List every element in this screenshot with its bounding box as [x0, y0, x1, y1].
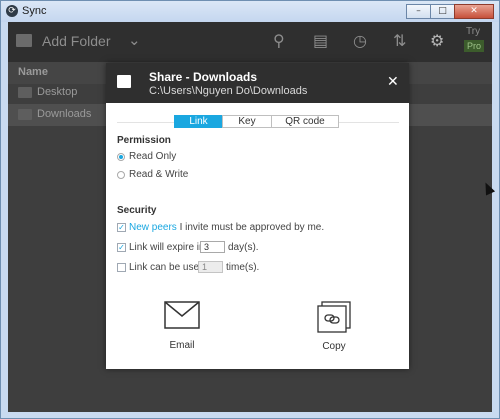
read-write-label[interactable]: Read & Write — [129, 169, 188, 180]
dialog-header: Share - Downloads C:\Users\Nguyen Do\Dow… — [106, 63, 409, 103]
title-bar: ⟳ Sync – □ ✕ — [1, 1, 499, 22]
window-title: Sync — [22, 5, 47, 17]
sync-app-icon: ⟳ — [6, 5, 18, 17]
history-icon[interactable]: ◷ — [353, 31, 367, 50]
minimize-button[interactable]: – — [406, 4, 431, 19]
copy-label[interactable]: Copy — [314, 341, 354, 352]
folder-icon — [117, 75, 131, 88]
permission-heading: Permission — [117, 135, 171, 146]
folder-icon — [18, 87, 32, 98]
folder-path: C:\Users\Nguyen Do\Downloads — [149, 85, 308, 97]
expire-unit-label: day(s). — [228, 242, 259, 253]
share-tabs: Link Key QR code — [174, 115, 339, 128]
security-heading: Security — [117, 205, 157, 216]
used-unit-label: time(s). — [226, 262, 260, 273]
folder-icon — [16, 34, 32, 47]
column-name-header[interactable]: Name — [18, 66, 48, 78]
link-expire-checkbox[interactable]: ✓ — [117, 243, 126, 252]
folder-icon — [18, 109, 32, 120]
close-icon[interactable]: ✕ — [387, 74, 399, 90]
share-dialog: Share - Downloads C:\Users\Nguyen Do\Dow… — [106, 63, 409, 369]
add-folder-button[interactable]: Add Folder — [42, 33, 110, 49]
pro-badge[interactable]: Pro — [464, 40, 485, 52]
transfer-icon[interactable]: ⇅ — [393, 31, 406, 50]
email-icon[interactable] — [164, 301, 200, 329]
search-icon[interactable]: ⚲ — [273, 31, 285, 50]
try-label[interactable]: Try — [466, 26, 480, 37]
email-label[interactable]: Email — [162, 340, 202, 351]
maximize-button[interactable]: □ — [430, 4, 455, 19]
window-controls: – □ ✕ — [406, 4, 494, 19]
new-peers-rest: I invite must be approved by me. — [176, 222, 325, 233]
dialog-title: Share - Downloads — [149, 70, 258, 84]
new-peers-checkbox[interactable]: ✓ — [117, 223, 126, 232]
expire-days-input[interactable]: 3 — [200, 241, 225, 253]
gear-icon[interactable]: ⚙ — [430, 31, 444, 50]
tab-qr-code[interactable]: QR code — [271, 115, 339, 128]
read-only-label[interactable]: Read Only — [129, 151, 176, 162]
main-client-area: Add Folder ⌄ ⚲ ▤ ◷ ⇅ ⚙ Try Pro Name Desk… — [8, 22, 492, 412]
list-item-label: Desktop — [37, 86, 78, 98]
tab-link[interactable]: Link — [174, 115, 223, 128]
new-peers-link[interactable]: New peers — [129, 222, 177, 233]
read-write-radio[interactable] — [117, 171, 125, 179]
copy-icon[interactable] — [317, 301, 351, 333]
link-used-checkbox[interactable] — [117, 263, 126, 272]
close-window-button[interactable]: ✕ — [454, 4, 494, 19]
link-expire-label: Link will expire in: — [129, 242, 208, 253]
link-used-label: Link can be used: — [129, 262, 208, 273]
list-item-label: Downloads — [37, 108, 92, 120]
document-icon[interactable]: ▤ — [313, 31, 328, 50]
used-times-input[interactable]: 1 — [198, 261, 223, 273]
chevron-down-icon[interactable]: ⌄ — [128, 31, 141, 49]
toolbar: Add Folder ⌄ ⚲ ▤ ◷ ⇅ ⚙ Try Pro — [8, 22, 492, 62]
new-peers-text: New peers I invite must be approved by m… — [129, 222, 324, 233]
app-window: ⟳ Sync – □ ✕ Add Folder ⌄ ⚲ ▤ ◷ ⇅ ⚙ Try … — [0, 0, 500, 419]
tab-key[interactable]: Key — [222, 115, 272, 128]
read-only-radio[interactable] — [117, 153, 125, 161]
